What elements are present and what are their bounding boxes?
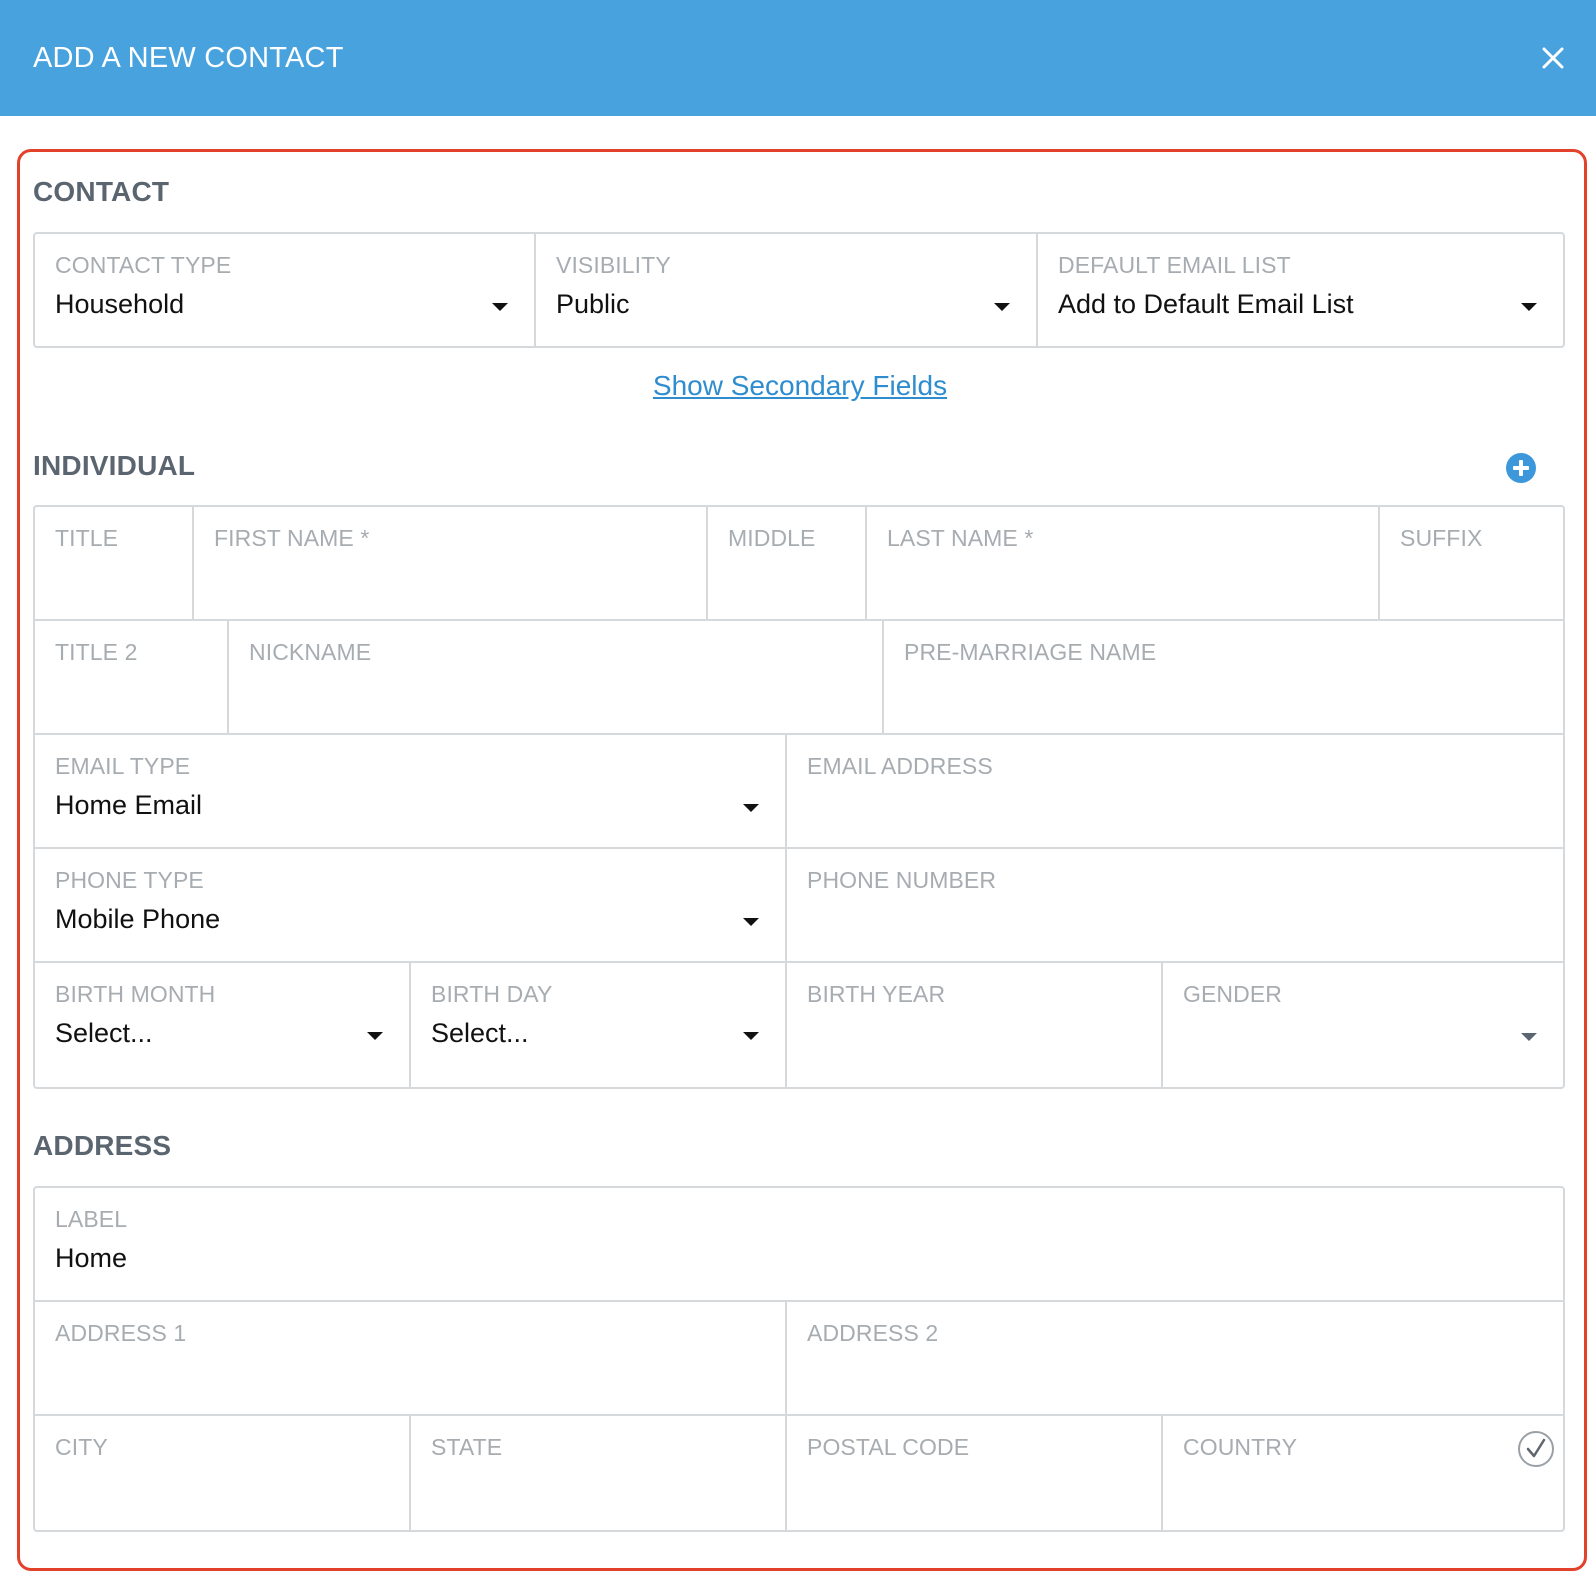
birth-month-label: BIRTH MONTH [55,981,216,1007]
chevron-down-icon [743,804,759,812]
city-field[interactable]: CITY [35,1416,411,1530]
last-name-label: LAST NAME * [887,525,1034,551]
contact-type-select[interactable]: CONTACT TYPE Household [35,234,536,346]
phone-number-field[interactable]: PHONE NUMBER [787,849,1563,961]
last-name-field[interactable]: LAST NAME * [867,507,1380,619]
address1-label: ADDRESS 1 [55,1320,187,1346]
address2-field[interactable]: ADDRESS 2 [787,1302,1563,1414]
individual-fields: TITLE FIRST NAME * MIDDLE LAST NAME * SU… [33,505,1565,1089]
birth-month-value: Select... [55,1018,153,1048]
section-title-address: ADDRESS [33,1130,172,1161]
email-type-value: Home Email [55,790,203,820]
show-secondary-fields-link[interactable]: Show Secondary Fields [0,370,1596,402]
birth-row: BIRTH MONTH Select... BIRTH DAY Select..… [33,963,1565,1089]
checkmark-circle-icon [1517,1430,1555,1468]
first-name-field[interactable]: FIRST NAME * [194,507,708,619]
name-row: TITLE FIRST NAME * MIDDLE LAST NAME * SU… [33,505,1565,621]
country-label: COUNTRY [1183,1434,1298,1460]
suffix-field[interactable]: SUFFIX [1380,507,1563,619]
dialog-header: ADD A NEW CONTACT [0,0,1596,116]
phone-type-select[interactable]: PHONE TYPE Mobile Phone [35,849,787,961]
name-row-2: TITLE 2 NICKNAME PRE-MARRIAGE NAME [33,621,1565,735]
plus-circle-icon[interactable] [1506,453,1536,483]
phone-type-value: Mobile Phone [55,904,221,934]
phone-type-label: PHONE TYPE [55,867,204,893]
contact-type-value: Household [55,289,185,319]
chevron-down-icon [1521,1033,1537,1041]
birth-day-select[interactable]: BIRTH DAY Select... [411,963,787,1087]
chevron-down-icon [1521,303,1537,311]
middle-label: MIDDLE [728,525,816,551]
nickname-label: NICKNAME [249,639,372,665]
visibility-value: Public [556,289,630,319]
pre-marriage-name-label: PRE-MARRIAGE NAME [904,639,1157,665]
email-type-label: EMAIL TYPE [55,753,191,779]
visibility-label: VISIBILITY [556,252,671,278]
phone-number-label: PHONE NUMBER [807,867,997,893]
first-name-label: FIRST NAME * [214,525,370,551]
state-field[interactable]: STATE [411,1416,787,1530]
suffix-label: SUFFIX [1400,525,1483,551]
gender-label: GENDER [1183,981,1283,1007]
default-email-list-select[interactable]: DEFAULT EMAIL LIST Add to Default Email … [1038,234,1563,346]
country-field[interactable]: COUNTRY [1163,1416,1563,1530]
postal-code-label: POSTAL CODE [807,1434,970,1460]
title2-label: TITLE 2 [55,639,138,665]
section-title-individual: INDIVIDUAL [33,450,196,481]
birth-year-label: BIRTH YEAR [807,981,946,1007]
birth-month-select[interactable]: BIRTH MONTH Select... [35,963,411,1087]
contact-fields: CONTACT TYPE Household VISIBILITY Public… [33,232,1565,348]
phone-row: PHONE TYPE Mobile Phone PHONE NUMBER [33,849,1565,963]
address-label-label: LABEL [55,1206,128,1232]
email-address-field[interactable]: EMAIL ADDRESS [787,735,1563,847]
default-email-list-label: DEFAULT EMAIL LIST [1058,252,1291,278]
address-label-row: LABEL Home [33,1186,1565,1302]
nickname-field[interactable]: NICKNAME [229,621,884,733]
contact-type-label: CONTACT TYPE [55,252,232,278]
title-label: TITLE [55,525,119,551]
address-label-value: Home [55,1243,128,1273]
visibility-select[interactable]: VISIBILITY Public [536,234,1038,346]
title-field[interactable]: TITLE [35,507,194,619]
contact-row: CONTACT TYPE Household VISIBILITY Public… [33,232,1565,348]
pre-marriage-name-field[interactable]: PRE-MARRIAGE NAME [884,621,1563,733]
address1-field[interactable]: ADDRESS 1 [35,1302,787,1414]
address-fields: LABEL Home ADDRESS 1 ADDRESS 2 CITY STAT… [33,1186,1565,1532]
section-title-contact: CONTACT [33,176,170,207]
chevron-down-icon [743,918,759,926]
close-icon[interactable] [1536,41,1570,75]
birth-year-field[interactable]: BIRTH YEAR [787,963,1163,1087]
birth-day-label: BIRTH DAY [431,981,553,1007]
title2-field[interactable]: TITLE 2 [35,621,229,733]
address-region-row: CITY STATE POSTAL CODE COUNTRY [33,1416,1565,1532]
chevron-down-icon [367,1032,383,1040]
gender-select[interactable]: GENDER [1163,963,1563,1087]
birth-day-value: Select... [431,1018,529,1048]
address-lines-row: ADDRESS 1 ADDRESS 2 [33,1302,1565,1416]
chevron-down-icon [492,303,508,311]
default-email-list-value: Add to Default Email List [1058,289,1354,319]
city-label: CITY [55,1434,108,1460]
postal-code-field[interactable]: POSTAL CODE [787,1416,1163,1530]
email-row: EMAIL TYPE Home Email EMAIL ADDRESS [33,735,1565,849]
state-label: STATE [431,1434,503,1460]
email-address-label: EMAIL ADDRESS [807,753,993,779]
address-label-field[interactable]: LABEL Home [35,1188,1563,1300]
chevron-down-icon [994,303,1010,311]
email-type-select[interactable]: EMAIL TYPE Home Email [35,735,787,847]
dialog-title: ADD A NEW CONTACT [33,41,344,74]
chevron-down-icon [743,1032,759,1040]
address2-label: ADDRESS 2 [807,1320,939,1346]
middle-field[interactable]: MIDDLE [708,507,867,619]
